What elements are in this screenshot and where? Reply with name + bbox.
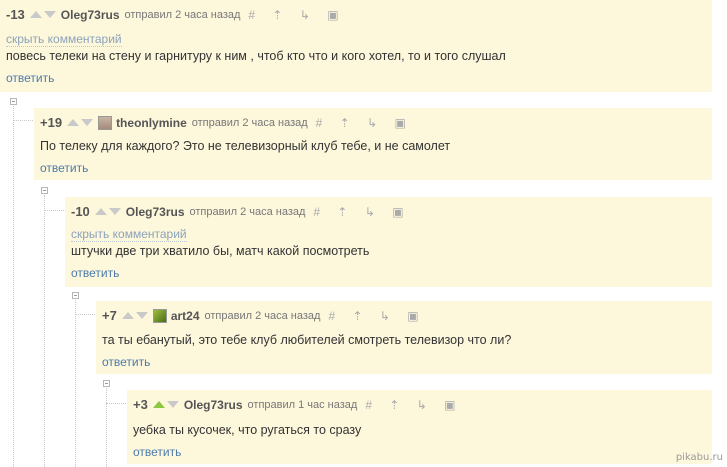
collapse-toggle-icon[interactable] xyxy=(41,187,48,194)
comment-score: -13 xyxy=(6,7,25,22)
hide-comment-link[interactable]: скрыть комментарий xyxy=(71,227,187,242)
comment-author[interactable]: art24 xyxy=(171,309,200,323)
downvote-icon[interactable] xyxy=(135,312,148,319)
comment-4: +7 art24 отправил 2 часа назад # ⇡ ↳ ▣ т… xyxy=(96,301,712,374)
collapse-toggle-icon[interactable] xyxy=(10,98,17,105)
comment-author[interactable]: theonlymine xyxy=(116,116,187,130)
comment-tools-icons[interactable]: # ⇡ ↳ ▣ xyxy=(313,205,410,219)
upvote-icon[interactable] xyxy=(29,11,42,18)
reply-link[interactable]: ответить xyxy=(6,71,54,85)
thread-connector xyxy=(13,120,33,121)
upvote-icon[interactable] xyxy=(94,208,107,215)
comment-header: +19 theonlymine отправил 2 часа назад # … xyxy=(40,115,413,130)
reply-link[interactable]: ответить xyxy=(71,266,119,280)
comment-text: штучки две три хватило бы, матч какой по… xyxy=(71,244,370,258)
watermark: pikabu.ru xyxy=(675,452,723,463)
hide-comment-link[interactable]: скрыть комментарий xyxy=(6,32,122,47)
comment-time: отправил 2 часа назад xyxy=(189,205,306,218)
collapse-toggle-icon[interactable] xyxy=(72,292,79,299)
comment-time: отправил 2 часа назад xyxy=(124,8,241,21)
thread-line xyxy=(106,388,107,467)
comment-tools-icons[interactable]: # ⇡ ↳ ▣ xyxy=(328,309,425,323)
thread-line xyxy=(13,106,14,467)
comment-author[interactable]: Oleg73rus xyxy=(126,205,185,219)
comment-2: +19 theonlymine отправил 2 часа назад # … xyxy=(34,108,712,180)
downvote-icon[interactable] xyxy=(166,401,179,408)
downvote-icon[interactable] xyxy=(81,119,94,126)
upvote-icon[interactable] xyxy=(121,312,134,319)
comment-time: отправил 2 часа назад xyxy=(204,309,321,322)
avatar[interactable] xyxy=(98,115,113,130)
comment-3: -10 Oleg73rus отправил 2 часа назад # ⇡ … xyxy=(65,197,712,287)
comment-header: -10 Oleg73rus отправил 2 часа назад # ⇡ … xyxy=(71,204,411,219)
avatar[interactable] xyxy=(152,308,167,323)
comment-text: уебка ты кусочек, что ругаться то сразу xyxy=(133,423,362,437)
comment-tools-icons[interactable]: # ⇡ ↳ ▣ xyxy=(316,116,413,130)
reply-link[interactable]: ответить xyxy=(40,161,88,175)
comment-score: +7 xyxy=(102,308,117,323)
thread-connector xyxy=(106,403,126,404)
thread-connector xyxy=(75,314,95,315)
comment-1: -13 Oleg73rus отправил 2 часа назад # ⇡ … xyxy=(0,0,712,92)
thread-line xyxy=(44,195,45,467)
comment-score: -10 xyxy=(71,204,90,219)
upvote-icon[interactable] xyxy=(67,119,80,126)
comment-text: та ты ебанутый, это тебе клуб любителей … xyxy=(102,333,512,347)
comment-text: По телеку для каждого? Это не телевизорн… xyxy=(40,139,451,153)
comment-header: +3 Oleg73rus отправил 1 час назад # ⇡ ↳ … xyxy=(133,397,462,412)
reply-link[interactable]: ответить xyxy=(102,355,150,369)
reply-link[interactable]: ответить xyxy=(133,445,181,459)
thread-connector xyxy=(44,210,64,211)
thread-line xyxy=(75,300,76,467)
comment-author[interactable]: Oleg73rus xyxy=(61,8,120,22)
collapse-toggle-icon[interactable] xyxy=(103,380,110,387)
comment-tools-icons[interactable]: # ⇡ ↳ ▣ xyxy=(365,398,462,412)
comment-5: +3 Oleg73rus отправил 1 час назад # ⇡ ↳ … xyxy=(127,390,712,464)
comment-tools-icons[interactable]: # ⇡ ↳ ▣ xyxy=(248,8,345,22)
comment-score: +3 xyxy=(133,397,148,412)
comment-score: +19 xyxy=(40,115,63,130)
comment-header: +7 art24 отправил 2 часа назад # ⇡ ↳ ▣ xyxy=(102,308,426,323)
comment-author[interactable]: Oleg73rus xyxy=(184,398,243,412)
downvote-icon[interactable] xyxy=(108,208,121,215)
comment-text: повесь телеки на стену и гарнитуру к ним… xyxy=(6,49,506,63)
downvote-icon[interactable] xyxy=(43,11,56,18)
comment-header: -13 Oleg73rus отправил 2 часа назад # ⇡ … xyxy=(6,7,346,22)
comment-time: отправил 2 часа назад xyxy=(191,116,308,129)
comment-time: отправил 1 час назад xyxy=(247,398,358,411)
upvote-icon[interactable] xyxy=(152,401,165,408)
